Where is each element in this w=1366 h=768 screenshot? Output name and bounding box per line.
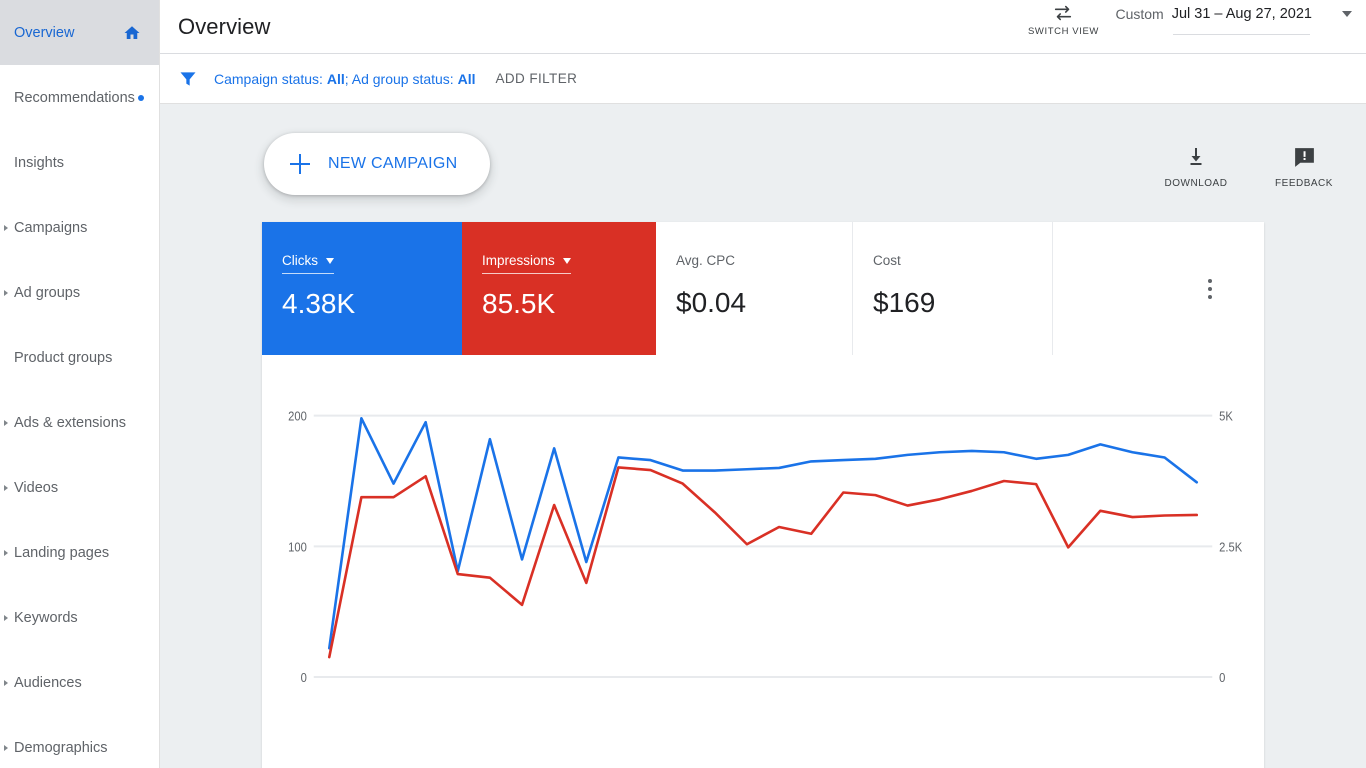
- chevron-right-icon: [4, 484, 8, 491]
- content-region: NEW CAMPAIGN DOWNLOAD FEEDBACK Clicks 4.…: [160, 104, 1366, 768]
- metric-card-clicks[interactable]: Clicks 4.38K: [262, 222, 462, 355]
- sidebar-item-label: Insights: [14, 154, 64, 171]
- metric-cards-spacer: [1053, 222, 1264, 355]
- overview-chart-card: Clicks 4.38K Impressions 85.5K Avg. CPC …: [262, 222, 1264, 768]
- chevron-right-icon: [4, 549, 8, 556]
- content-actions: DOWNLOAD FEEDBACK: [1160, 140, 1340, 189]
- metric-card-cost[interactable]: Cost $169: [853, 222, 1053, 355]
- filter-bar: Campaign status: All; Ad group status: A…: [160, 54, 1366, 104]
- chevron-right-icon: [4, 289, 8, 296]
- home-icon: [123, 24, 141, 42]
- ad-group-status-label: Ad group status:: [351, 70, 454, 87]
- sidebar-item-label: Campaigns: [14, 219, 88, 236]
- feedback-label: FEEDBACK: [1275, 178, 1333, 189]
- download-button[interactable]: DOWNLOAD: [1160, 140, 1232, 189]
- chart-series-line: [329, 418, 1196, 648]
- metric-name: Avg. CPC: [676, 253, 735, 273]
- sidebar-item-audiences[interactable]: Audiences: [0, 650, 159, 715]
- sidebar-item-keywords[interactable]: Keywords: [0, 585, 159, 650]
- date-range-value: Jul 31 – Aug 27, 2021: [1171, 5, 1312, 22]
- sidebar-item-label: Keywords: [14, 609, 78, 626]
- new-campaign-button[interactable]: NEW CAMPAIGN: [264, 133, 490, 195]
- app-root: Overview Recommendations Insights Campai…: [0, 0, 1366, 768]
- chevron-right-icon: [4, 614, 8, 621]
- kebab-dot-icon: [1208, 278, 1212, 283]
- sidebar-item-label: Audiences: [14, 674, 82, 691]
- sidebar-item-overview[interactable]: Overview: [0, 0, 159, 65]
- metric-value: $0.04: [676, 287, 747, 318]
- sidebar-item-label: Overview: [14, 24, 75, 41]
- metric-cards: Clicks 4.38K Impressions 85.5K Avg. CPC …: [262, 222, 1264, 355]
- filter-separator: ;: [344, 70, 349, 87]
- sidebar: Overview Recommendations Insights Campai…: [0, 0, 160, 768]
- filter-summary[interactable]: Campaign status: All; Ad group status: A…: [214, 71, 475, 87]
- sidebar-item-insights[interactable]: Insights: [0, 130, 159, 195]
- metric-name[interactable]: Impressions: [482, 253, 571, 274]
- metric-value: 85.5K: [482, 288, 556, 319]
- metric-label: Clicks: [282, 253, 318, 268]
- switch-view-icon: [1052, 2, 1074, 24]
- chevron-down-icon[interactable]: [562, 257, 571, 264]
- sidebar-item-ads-extensions[interactable]: Ads & extensions: [0, 390, 159, 455]
- sidebar-item-videos[interactable]: Videos: [0, 455, 159, 520]
- metric-name[interactable]: Clicks: [282, 253, 334, 274]
- chevron-right-icon: [4, 224, 8, 231]
- metric-value: 4.38K: [282, 288, 356, 319]
- sidebar-item-label: Recommendations: [14, 89, 135, 106]
- chevron-right-icon: [4, 679, 8, 686]
- overview-line-chart[interactable]: [262, 355, 1264, 735]
- campaign-status-label: Campaign status:: [214, 70, 323, 87]
- campaign-status-value: All: [326, 70, 345, 87]
- ad-group-status-value: All: [457, 70, 476, 87]
- chevron-down-icon[interactable]: [1342, 10, 1352, 17]
- date-range-prefix: Custom: [1115, 5, 1164, 22]
- metric-name: Cost: [873, 253, 901, 273]
- filter-funnel-icon[interactable]: [178, 69, 198, 89]
- feedback-icon: [1292, 140, 1317, 174]
- notification-dot-icon: [137, 94, 144, 101]
- metric-card-avg-cpc[interactable]: Avg. CPC $0.04: [656, 222, 853, 355]
- metric-card-impressions[interactable]: Impressions 85.5K: [462, 222, 656, 355]
- sidebar-item-label: Ads & extensions: [14, 414, 127, 431]
- download-icon: [1184, 140, 1208, 174]
- topbar-right-controls: SWITCH VIEW Custom Jul 31 – Aug 27, 2021: [1017, 0, 1366, 54]
- plus-icon: [290, 154, 310, 174]
- sidebar-item-label: Videos: [14, 479, 59, 496]
- sidebar-item-recommendations[interactable]: Recommendations: [0, 65, 159, 130]
- sidebar-item-ad-groups[interactable]: Ad groups: [0, 260, 159, 325]
- chart-area[interactable]: 0 100 200 0 2.5K 5K: [262, 355, 1264, 735]
- main-region: Overview SWITCH VIEW Custom Jul 31 – Aug…: [160, 0, 1366, 768]
- page-title: Overview: [178, 13, 271, 39]
- kebab-dot-icon: [1208, 286, 1212, 291]
- chevron-down-icon[interactable]: [326, 257, 334, 264]
- date-range-underline: [1173, 33, 1310, 35]
- metric-value: $169: [873, 287, 936, 318]
- add-filter-button[interactable]: ADD FILTER: [495, 71, 577, 86]
- chevron-right-icon: [4, 419, 8, 426]
- chevron-right-icon: [4, 744, 8, 751]
- sidebar-item-demographics[interactable]: Demographics: [0, 715, 159, 768]
- topbar: Overview SWITCH VIEW Custom Jul 31 – Aug…: [160, 0, 1366, 54]
- switch-view-button[interactable]: SWITCH VIEW: [1017, 0, 1109, 37]
- kebab-dot-icon: [1208, 294, 1212, 299]
- metric-label: Avg. CPC: [676, 253, 736, 268]
- metric-label: Cost: [873, 253, 901, 268]
- sidebar-item-label: Ad groups: [14, 284, 81, 301]
- sidebar-item-landing-pages[interactable]: Landing pages: [0, 520, 159, 585]
- download-label: DOWNLOAD: [1164, 178, 1228, 189]
- date-range-picker[interactable]: Custom Jul 31 – Aug 27, 2021: [1115, 0, 1352, 35]
- switch-view-label: SWITCH VIEW: [1027, 25, 1099, 37]
- sidebar-item-product-groups[interactable]: Product groups: [0, 325, 159, 390]
- card-options-menu-button[interactable]: [1208, 278, 1212, 299]
- sidebar-item-label: Product groups: [14, 349, 113, 366]
- sidebar-item-campaigns[interactable]: Campaigns: [0, 195, 159, 260]
- new-campaign-label: NEW CAMPAIGN: [328, 155, 458, 172]
- sidebar-item-label: Demographics: [14, 739, 108, 756]
- feedback-button[interactable]: FEEDBACK: [1268, 140, 1340, 189]
- sidebar-item-label: Landing pages: [14, 544, 110, 561]
- metric-label: Impressions: [482, 253, 555, 268]
